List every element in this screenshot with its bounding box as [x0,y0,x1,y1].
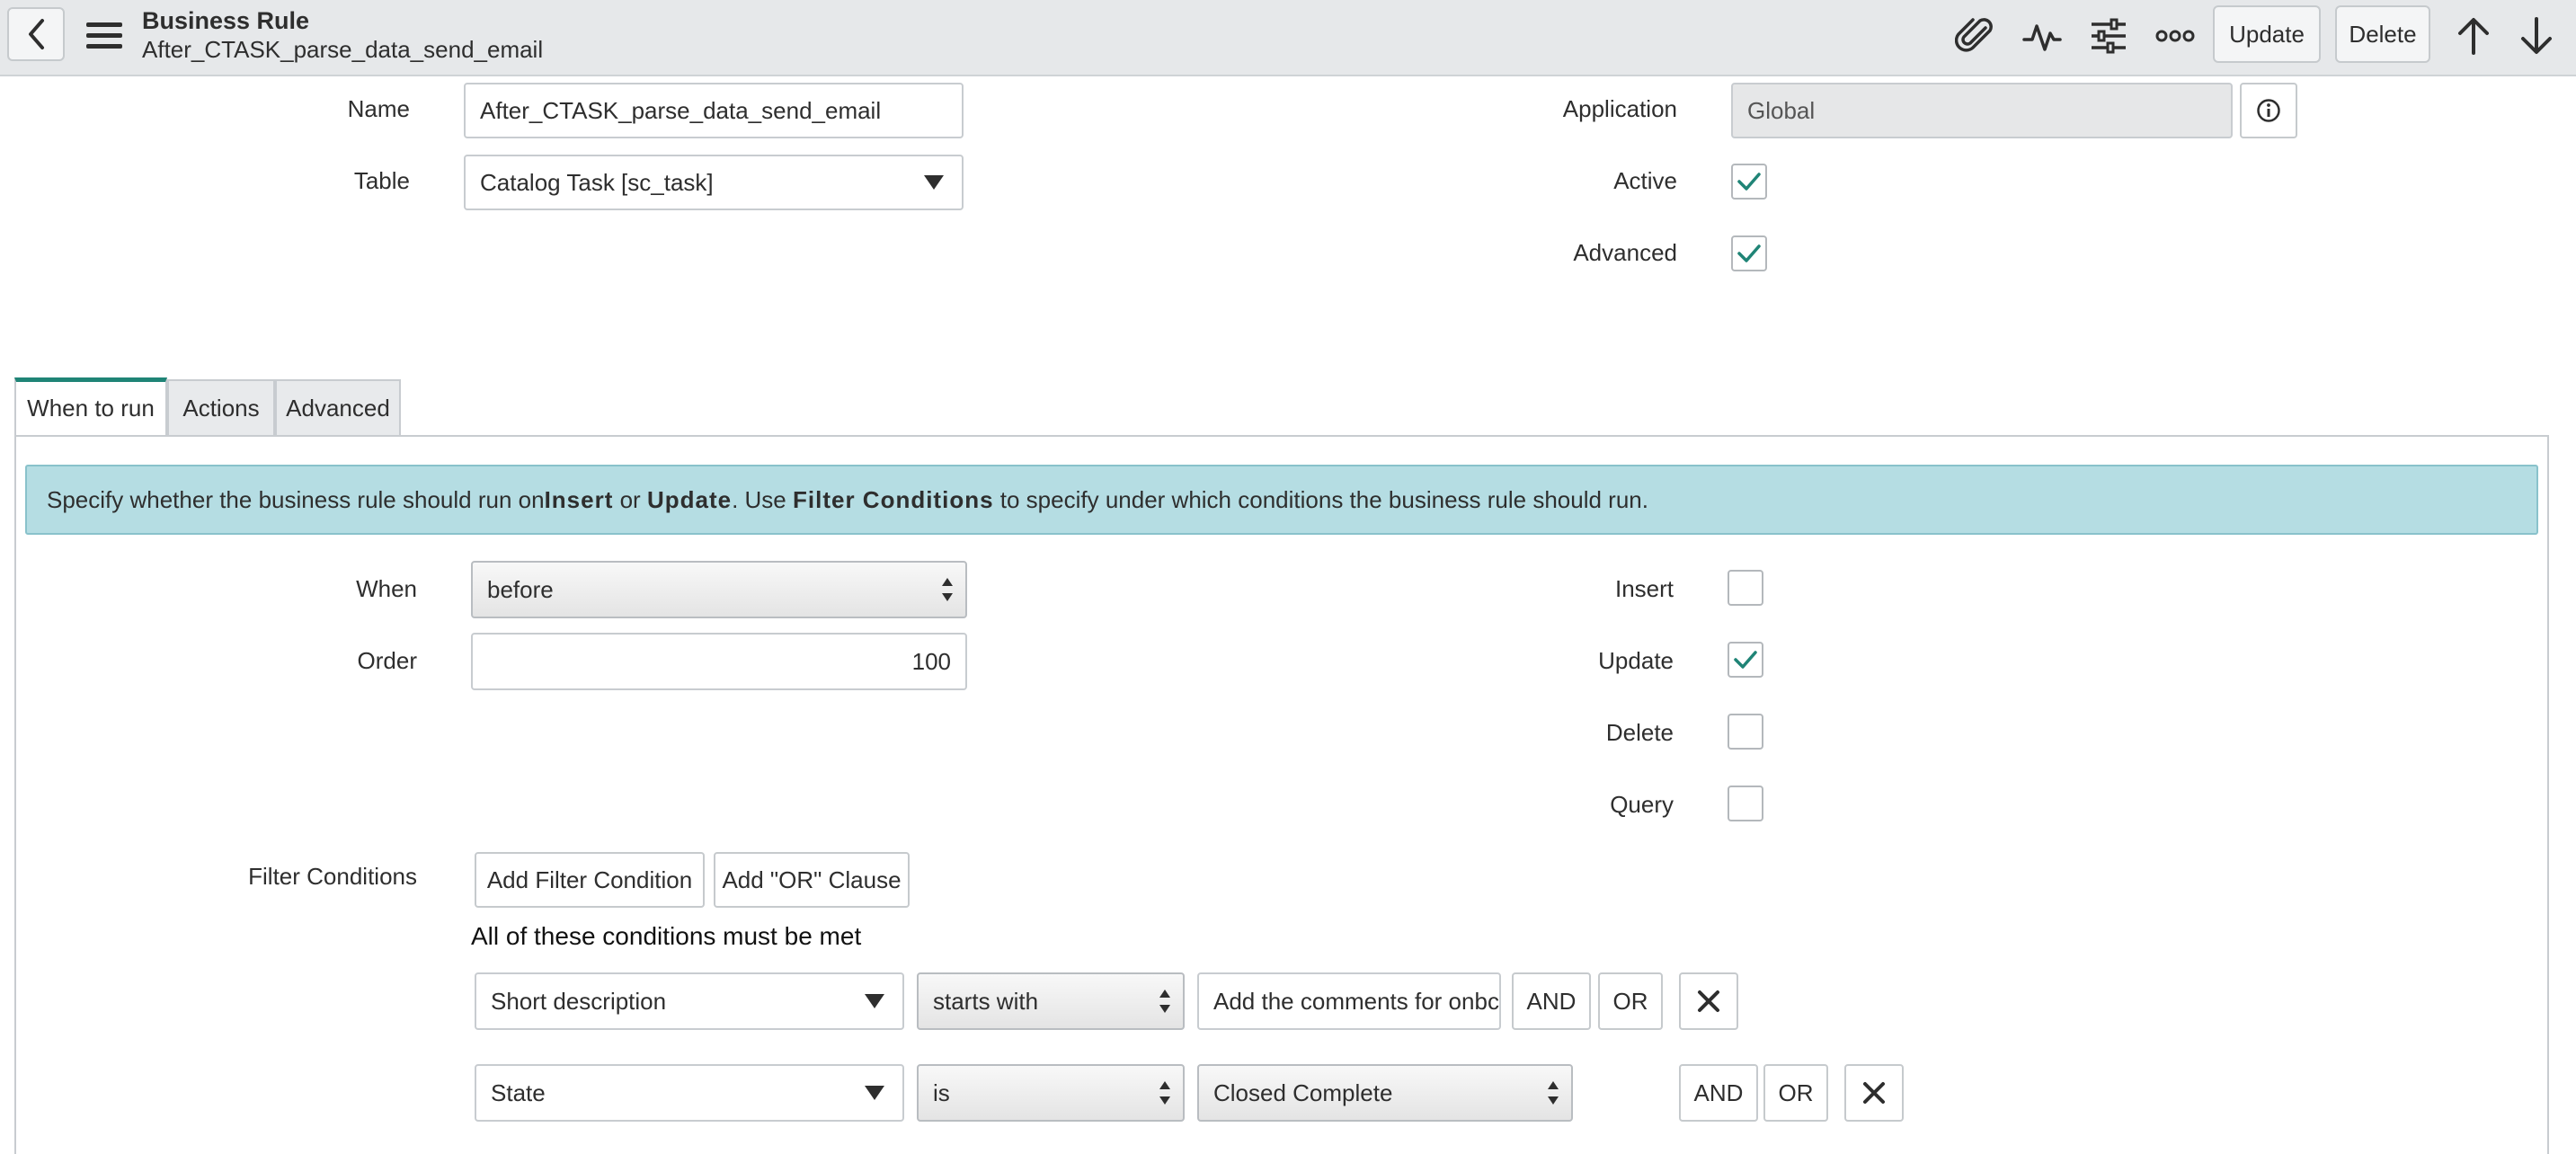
arrow-up-icon [2458,18,2489,55]
info-text: Specify whether the business rule should… [47,485,545,513]
name-field[interactable]: After_CTASK_parse_data_send_email [464,83,964,138]
condition-value-input[interactable]: Add the comments for onbc [1197,972,1501,1030]
checkmark-icon [1737,173,1761,191]
delete-button[interactable]: Delete [2335,5,2430,63]
personalize-button[interactable] [2082,9,2136,63]
table-select[interactable]: Catalog Task [sc_task] [464,155,964,210]
info-icon [2257,99,2280,122]
condition-value-value: Closed Complete [1213,1079,1393,1106]
dropdown-caret-icon [865,994,884,1008]
condition-and-button[interactable]: AND [1512,972,1591,1030]
title-block: Business Rule After_CTASK_parse_data_sen… [142,5,543,63]
tab-when-to-run[interactable]: When to run [14,377,167,435]
select-arrows-icon [1159,1081,1170,1105]
query-label: Query [1610,791,1674,818]
condition-field-select[interactable]: Short description [475,972,904,1030]
select-arrows-icon [942,578,953,601]
advanced-checkbox[interactable] [1731,235,1767,271]
conditions-heading: All of these conditions must be met [471,922,862,950]
update-button[interactable]: Update [2213,5,2321,63]
condition-field-select[interactable]: State [475,1064,904,1122]
remove-condition-button[interactable] [1844,1064,1904,1122]
more-options-button[interactable] [2148,9,2202,63]
condition-operator-value: starts with [933,987,1039,1015]
info-text: to specify under which conditions the bu… [993,485,1648,513]
insert-checkbox[interactable] [1728,570,1763,606]
condition-operator-value: is [933,1079,950,1106]
order-label: Order [357,647,417,674]
when-to-run-panel [14,435,2549,1154]
sliders-icon [2092,18,2126,54]
activity-pulse-icon [2022,24,2062,51]
previous-record-button[interactable] [2447,9,2500,63]
close-icon [1698,990,1719,1012]
active-label: Active [1613,167,1677,194]
info-update: Update [646,485,733,513]
advanced-label: Advanced [1573,239,1677,266]
dropdown-caret-icon [865,1086,884,1100]
filter-conditions-label: Filter Conditions [248,863,417,890]
paperclip-icon [1955,18,1993,52]
more-dots-icon [2155,30,2195,42]
checkmark-icon [1734,651,1757,669]
dropdown-caret-icon [924,175,944,190]
condition-field-value: State [491,1079,546,1106]
order-field[interactable]: 100 [471,633,967,690]
add-filter-condition-button[interactable]: Add Filter Condition [475,852,705,908]
select-arrows-icon [1159,990,1170,1013]
checkmark-icon [1737,244,1761,262]
active-checkbox[interactable] [1731,164,1767,200]
condition-or-button[interactable]: OR [1598,972,1663,1030]
tab-advanced[interactable]: Advanced [275,379,401,435]
when-select[interactable]: before [471,561,967,618]
condition-and-button[interactable]: AND [1679,1064,1758,1122]
application-info-button[interactable] [2240,83,2297,138]
insert-label: Insert [1614,575,1674,602]
update-checkbox[interactable] [1728,642,1763,678]
select-arrows-icon [1548,1081,1559,1105]
form-menu-button[interactable] [81,13,128,59]
table-label: Table [353,167,410,194]
attachment-button[interactable] [1949,9,2003,63]
application-label: Application [1562,95,1677,122]
close-icon [1863,1082,1885,1104]
record-name: After_CTASK_parse_data_send_email [142,36,544,63]
condition-field-value: Short description [491,987,667,1015]
info-insert: Insert [544,485,614,513]
condition-value-select[interactable]: Closed Complete [1197,1064,1573,1122]
when-select-value: before [487,575,554,603]
page-title: Business Rule [142,7,310,34]
form-header: Business Rule After_CTASK_parse_data_sen… [0,0,2576,76]
delete-checkbox[interactable] [1728,714,1763,750]
info-text: . Use [732,485,793,513]
arrow-down-icon [2521,17,2552,54]
info-text: or [613,485,647,513]
back-button[interactable] [7,7,65,61]
delete-label: Delete [1605,719,1674,746]
next-record-button[interactable] [2509,9,2563,63]
hamburger-icon [86,22,122,49]
info-banner: Specify whether the business rule should… [25,465,2538,535]
update-label: Update [1598,647,1674,674]
condition-operator-select[interactable]: is [917,1064,1185,1122]
table-select-value: Catalog Task [sc_task] [480,168,714,196]
query-checkbox[interactable] [1728,786,1763,821]
condition-operator-select[interactable]: starts with [917,972,1185,1030]
application-field: Global [1731,83,2233,138]
name-label: Name [347,95,410,122]
remove-condition-button[interactable] [1679,972,1738,1030]
add-or-clause-button[interactable]: Add "OR" Clause [714,852,910,908]
activity-button[interactable] [2015,9,2069,63]
tab-actions[interactable]: Actions [167,379,275,435]
chevron-left-icon [29,19,44,49]
when-label: When [356,575,417,602]
info-filter-conditions: Filter Conditions [793,485,994,513]
condition-or-button[interactable]: OR [1763,1064,1828,1122]
